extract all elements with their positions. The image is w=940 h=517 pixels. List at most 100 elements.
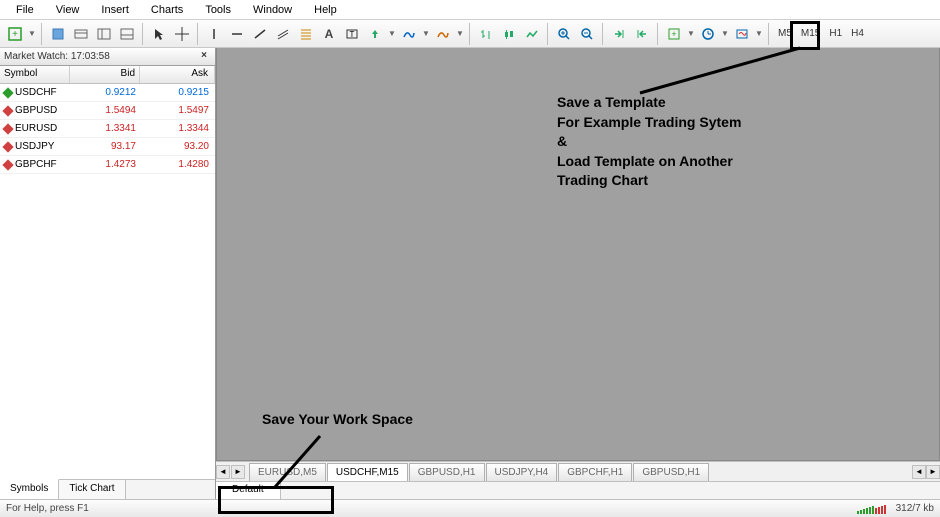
chart-tab[interactable]: USDCHF,M15 bbox=[327, 463, 408, 481]
direction-icon bbox=[2, 141, 13, 152]
profiles-button[interactable] bbox=[47, 23, 69, 45]
chart-tab[interactable]: GBPUSD,H1 bbox=[633, 463, 709, 481]
text-label-button[interactable]: T bbox=[341, 23, 363, 45]
symbol-name: GBPCHF bbox=[15, 159, 57, 170]
symbol-name: GBPUSD bbox=[15, 105, 57, 116]
tab-scroll-right[interactable]: ► bbox=[231, 465, 245, 479]
ask-price: 1.3344 bbox=[140, 123, 215, 134]
symbol-name: USDCHF bbox=[15, 87, 57, 98]
direction-icon bbox=[2, 159, 13, 170]
tab-scroll-right-end[interactable]: ► bbox=[926, 465, 940, 479]
ask-price: 1.5497 bbox=[140, 105, 215, 116]
menu-charts[interactable]: Charts bbox=[141, 2, 193, 18]
timeframe-m5[interactable]: M5 bbox=[774, 28, 796, 39]
menu-file[interactable]: File bbox=[6, 2, 44, 18]
connection-icon bbox=[857, 504, 886, 514]
bid-price: 0.9212 bbox=[70, 87, 140, 98]
navigator-button[interactable] bbox=[93, 23, 115, 45]
symbol-name: EURUSD bbox=[15, 123, 57, 134]
ask-price: 93.20 bbox=[140, 141, 215, 152]
indicators-button[interactable] bbox=[398, 23, 420, 45]
dropdown-icon[interactable]: ▼ bbox=[387, 29, 397, 38]
bar-chart-button[interactable] bbox=[475, 23, 497, 45]
dropdown-icon[interactable]: ▼ bbox=[720, 29, 730, 38]
indicators-list-button[interactable]: + bbox=[663, 23, 685, 45]
dropdown-icon[interactable]: ▼ bbox=[754, 29, 764, 38]
dropdown-icon[interactable]: ▼ bbox=[421, 29, 431, 38]
timeframe-m15[interactable]: M15 bbox=[797, 28, 824, 39]
close-icon[interactable]: × bbox=[197, 50, 211, 64]
bid-price: 93.17 bbox=[70, 141, 140, 152]
direction-icon bbox=[2, 123, 13, 134]
market-watch-title: Market Watch: 17:03:58 bbox=[4, 51, 110, 62]
menu-help[interactable]: Help bbox=[304, 2, 347, 18]
auto-scroll-button[interactable] bbox=[608, 23, 630, 45]
col-ask[interactable]: Ask bbox=[140, 66, 215, 83]
templates-button[interactable] bbox=[731, 23, 753, 45]
menu-window[interactable]: Window bbox=[243, 2, 302, 18]
market-watch-row[interactable]: USDCHF 0.92120.9215 bbox=[0, 84, 215, 102]
menu-view[interactable]: View bbox=[46, 2, 90, 18]
market-watch-button[interactable] bbox=[70, 23, 92, 45]
channel-button[interactable] bbox=[272, 23, 294, 45]
market-watch-row[interactable]: USDJPY93.1793.20 bbox=[0, 138, 215, 156]
chart-tab[interactable]: GBPCHF,H1 bbox=[558, 463, 632, 481]
timeframe-h1[interactable]: H1 bbox=[825, 28, 846, 39]
chart-tab[interactable]: GBPUSD,H1 bbox=[409, 463, 485, 481]
trendline-button[interactable] bbox=[249, 23, 271, 45]
chart-tab[interactable]: USDJPY,H4 bbox=[486, 463, 558, 481]
zoom-out-button[interactable] bbox=[576, 23, 598, 45]
ask-price: 1.4280 bbox=[140, 159, 215, 170]
periodicity-button[interactable] bbox=[432, 23, 454, 45]
workspace-tab-bar: Default bbox=[216, 481, 940, 499]
dropdown-icon[interactable]: ▼ bbox=[686, 29, 696, 38]
workspace-default[interactable]: Default bbox=[216, 482, 281, 499]
vertical-line-button[interactable] bbox=[203, 23, 225, 45]
dropdown-icon[interactable]: ▼ bbox=[27, 29, 37, 38]
market-watch-panel: Market Watch: 17:03:58 × Symbol Bid Ask … bbox=[0, 48, 216, 499]
periods-button[interactable] bbox=[697, 23, 719, 45]
status-bar: For Help, press F1 312/7 kb bbox=[0, 499, 940, 517]
chart-tab-bar: ◄ ► EURUSD,M5USDCHF,M15GBPUSD,H1USDJPY,H… bbox=[216, 461, 940, 481]
tab-tick-chart[interactable]: Tick Chart bbox=[59, 480, 125, 499]
text-button[interactable]: A bbox=[318, 23, 340, 45]
line-chart-button[interactable] bbox=[521, 23, 543, 45]
toolbar: + ▼ A T ▼ ▼ ▼ + ▼ ▼ ▼ M5 M15 H1 H4 bbox=[0, 20, 940, 48]
annotation-template: Save a TemplateFor Example Trading Sytem… bbox=[557, 93, 741, 191]
cursor-button[interactable] bbox=[148, 23, 170, 45]
new-chart-button[interactable]: + bbox=[4, 23, 26, 45]
crosshair-button[interactable] bbox=[171, 23, 193, 45]
chart-shift-button[interactable] bbox=[631, 23, 653, 45]
menu-tools[interactable]: Tools bbox=[195, 2, 241, 18]
menu-insert[interactable]: Insert bbox=[91, 2, 139, 18]
chart-tab[interactable]: EURUSD,M5 bbox=[249, 463, 326, 481]
svg-text:+: + bbox=[12, 29, 18, 40]
bid-price: 1.4273 bbox=[70, 159, 140, 170]
menu-bar: File View Insert Charts Tools Window Hel… bbox=[0, 0, 940, 20]
svg-text:T: T bbox=[350, 30, 355, 39]
market-watch-row[interactable]: GBPUSD 1.54941.5497 bbox=[0, 102, 215, 120]
status-help: For Help, press F1 bbox=[6, 503, 89, 514]
timeframe-h4[interactable]: H4 bbox=[847, 28, 868, 39]
dropdown-icon[interactable]: ▼ bbox=[455, 29, 465, 38]
bid-price: 1.5494 bbox=[70, 105, 140, 116]
candle-chart-button[interactable] bbox=[498, 23, 520, 45]
col-symbol[interactable]: Symbol bbox=[0, 66, 70, 83]
svg-text:+: + bbox=[671, 29, 676, 39]
fibonacci-button[interactable] bbox=[295, 23, 317, 45]
tab-scroll-left[interactable]: ◄ bbox=[216, 465, 230, 479]
market-watch-row[interactable]: EURUSD 1.33411.3344 bbox=[0, 120, 215, 138]
market-watch-row[interactable]: GBPCHF 1.42731.4280 bbox=[0, 156, 215, 174]
annotation-workspace: Save Your Work Space bbox=[262, 410, 413, 430]
col-bid[interactable]: Bid bbox=[70, 66, 140, 83]
chart-workspace[interactable]: Save a TemplateFor Example Trading Sytem… bbox=[216, 48, 940, 461]
terminal-button[interactable] bbox=[116, 23, 138, 45]
horizontal-line-button[interactable] bbox=[226, 23, 248, 45]
ask-price: 0.9215 bbox=[140, 87, 215, 98]
arrows-button[interactable] bbox=[364, 23, 386, 45]
zoom-in-button[interactable] bbox=[553, 23, 575, 45]
tab-scroll-left-end[interactable]: ◄ bbox=[912, 465, 926, 479]
bid-price: 1.3341 bbox=[70, 123, 140, 134]
direction-icon bbox=[2, 87, 13, 98]
tab-symbols[interactable]: Symbols bbox=[0, 479, 59, 499]
